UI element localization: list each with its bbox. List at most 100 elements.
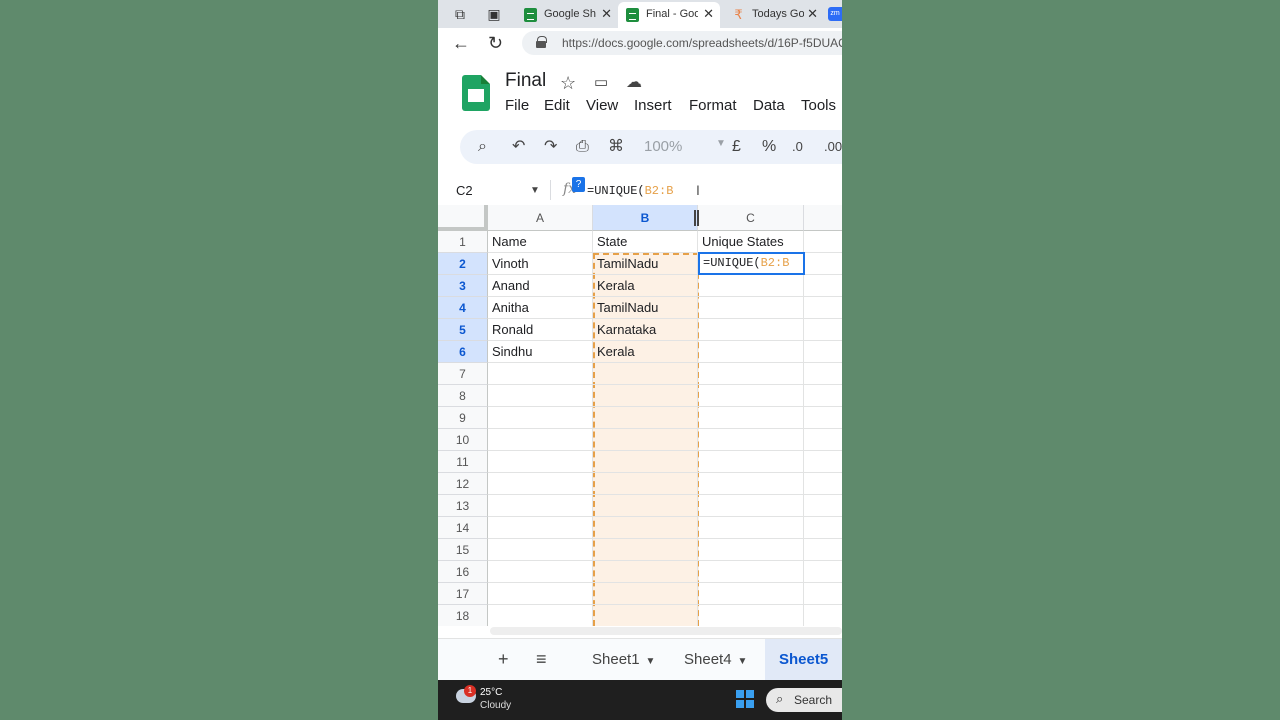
chevron-down-icon[interactable]: ▼: [646, 656, 656, 667]
menu-view[interactable]: View: [586, 97, 618, 114]
all-sheets-list-icon[interactable]: ≡: [536, 649, 547, 669]
cell-a18[interactable]: [488, 605, 593, 626]
row-header-6[interactable]: 6: [438, 341, 488, 363]
cell-b3[interactable]: Kerala: [593, 275, 698, 297]
cell-b7[interactable]: [593, 363, 698, 385]
cell-b6[interactable]: Kerala: [593, 341, 698, 363]
cell-d3[interactable]: [804, 275, 842, 297]
row-header-18[interactable]: 18: [438, 605, 488, 626]
cell-c16[interactable]: [698, 561, 804, 583]
sheet-tab-sheet5[interactable]: Sheet5: [765, 639, 842, 681]
redo-icon[interactable]: ↷: [544, 137, 557, 157]
cell-b15[interactable]: [593, 539, 698, 561]
cell-c12[interactable]: [698, 473, 804, 495]
row-header-5[interactable]: 5: [438, 319, 488, 341]
column-header-c[interactable]: C: [698, 205, 804, 231]
row-header-4[interactable]: 4: [438, 297, 488, 319]
cell-a9[interactable]: [488, 407, 593, 429]
cell-d1[interactable]: [804, 231, 842, 253]
search-icon[interactable]: ⌕: [478, 137, 487, 157]
cell-a8[interactable]: [488, 385, 593, 407]
cell-b11[interactable]: [593, 451, 698, 473]
chevron-down-icon[interactable]: ▼: [716, 138, 726, 149]
cell-d11[interactable]: [804, 451, 842, 473]
cell-d5[interactable]: [804, 319, 842, 341]
cell-b2[interactable]: TamilNadu: [593, 253, 698, 275]
workspaces-icon[interactable]: ⧉: [452, 6, 468, 22]
tab-close-icon[interactable]: ✕: [703, 6, 714, 22]
cell-a17[interactable]: [488, 583, 593, 605]
cell-d7[interactable]: [804, 363, 842, 385]
cell-c4[interactable]: [698, 297, 804, 319]
cell-editor-c2[interactable]: =UNIQUE(B2:B: [698, 252, 805, 275]
tab-close-icon[interactable]: ✕: [601, 6, 612, 22]
cell-b5[interactable]: Karnataka: [593, 319, 698, 341]
cell-c7[interactable]: [698, 363, 804, 385]
horizontal-scrollbar[interactable]: [490, 627, 842, 635]
percent-format-button[interactable]: %: [762, 137, 776, 157]
cell-d14[interactable]: [804, 517, 842, 539]
menu-tools[interactable]: Tools: [801, 97, 836, 114]
cell-c18[interactable]: [698, 605, 804, 626]
move-folder-icon[interactable]: ▭: [594, 73, 608, 93]
zoom-select[interactable]: 100%: [644, 138, 682, 155]
cell-a1[interactable]: Name: [488, 231, 593, 253]
cell-b8[interactable]: [593, 385, 698, 407]
row-header-8[interactable]: 8: [438, 385, 488, 407]
currency-format-button[interactable]: £: [732, 137, 741, 157]
menu-data[interactable]: Data: [753, 97, 785, 114]
chevron-down-icon[interactable]: ▼: [738, 656, 748, 667]
cell-d6[interactable]: [804, 341, 842, 363]
row-header-16[interactable]: 16: [438, 561, 488, 583]
cell-c1[interactable]: Unique States: [698, 231, 804, 253]
row-header-14[interactable]: 14: [438, 517, 488, 539]
cell-c11[interactable]: [698, 451, 804, 473]
cell-d17[interactable]: [804, 583, 842, 605]
chevron-down-icon[interactable]: ▼: [530, 185, 540, 196]
column-header-a[interactable]: A: [488, 205, 593, 231]
cell-c10[interactable]: [698, 429, 804, 451]
print-icon[interactable]: ⎙: [576, 137, 589, 157]
tab-close-icon[interactable]: ✕: [807, 6, 818, 22]
cell-b16[interactable]: [593, 561, 698, 583]
menu-insert[interactable]: Insert: [634, 97, 672, 114]
cell-c15[interactable]: [698, 539, 804, 561]
cell-d15[interactable]: [804, 539, 842, 561]
cell-a13[interactable]: [488, 495, 593, 517]
cell-a11[interactable]: [488, 451, 593, 473]
row-header-12[interactable]: 12: [438, 473, 488, 495]
cell-c8[interactable]: [698, 385, 804, 407]
cell-c14[interactable]: [698, 517, 804, 539]
sheet-tab-sheet1[interactable]: Sheet1 ▼: [578, 639, 668, 681]
browser-tab-google-sheets[interactable]: Google Sheets ✕: [516, 2, 618, 28]
cell-b17[interactable]: [593, 583, 698, 605]
cell-c3[interactable]: [698, 275, 804, 297]
cell-c13[interactable]: [698, 495, 804, 517]
formula-help-icon[interactable]: ?: [572, 177, 585, 192]
formula-input[interactable]: =UNIQUE(B2:B: [587, 184, 673, 198]
decrease-decimal-button[interactable]: .0: [792, 137, 803, 157]
taskbar-search[interactable]: ⌕ Search: [766, 688, 842, 712]
site-info-icon[interactable]: [536, 36, 547, 49]
cell-b4[interactable]: TamilNadu: [593, 297, 698, 319]
cell-d8[interactable]: [804, 385, 842, 407]
cell-d16[interactable]: [804, 561, 842, 583]
name-box[interactable]: C2: [456, 183, 473, 198]
cell-b13[interactable]: [593, 495, 698, 517]
cell-d12[interactable]: [804, 473, 842, 495]
add-sheet-button[interactable]: +: [498, 649, 509, 669]
cell-d9[interactable]: [804, 407, 842, 429]
browser-tab-gold-rate[interactable]: ₹ Todays Gold Rate ✕: [724, 2, 824, 28]
browser-tab-final[interactable]: Final - Google Sheets ✕: [618, 2, 720, 28]
column-resize-handle[interactable]: [694, 210, 699, 226]
cell-d4[interactable]: [804, 297, 842, 319]
row-header-10[interactable]: 10: [438, 429, 488, 451]
cell-a16[interactable]: [488, 561, 593, 583]
address-bar[interactable]: https://docs.google.com/spreadsheets/d/1…: [522, 31, 842, 55]
row-header-2[interactable]: 2: [438, 253, 488, 275]
column-header-b[interactable]: B: [593, 205, 698, 231]
cell-a4[interactable]: Anitha: [488, 297, 593, 319]
cell-c5[interactable]: [698, 319, 804, 341]
row-header-15[interactable]: 15: [438, 539, 488, 561]
cell-b1[interactable]: State: [593, 231, 698, 253]
